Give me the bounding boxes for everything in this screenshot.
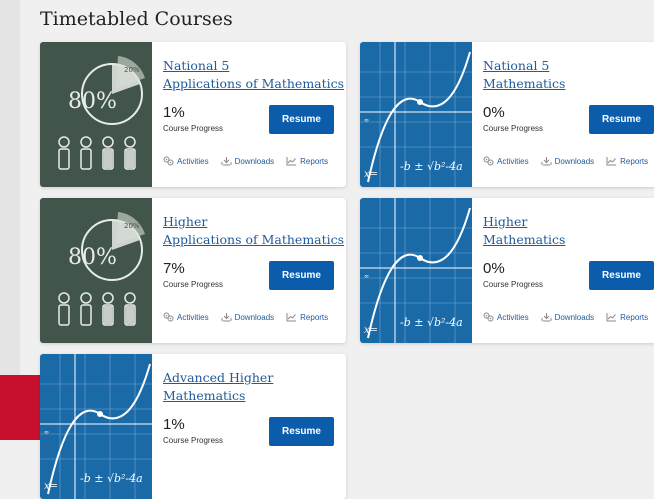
course-progress-value: 0% <box>483 104 505 121</box>
reports-link[interactable]: Reports <box>606 312 648 322</box>
reports-icon <box>606 156 617 166</box>
course-links: Activities Downloads Reports <box>163 312 328 322</box>
course-progress-value: 1% <box>163 104 185 121</box>
course-thumbnail[interactable] <box>360 42 472 187</box>
reports-link[interactable]: Reports <box>286 156 328 166</box>
activities-icon <box>483 312 494 322</box>
course-card: National 5 Applications of Mathematics 1… <box>40 42 346 187</box>
course-title-link[interactable]: Advanced Higher Mathematics <box>163 369 346 405</box>
course-title-link[interactable]: Higher Applications of Mathematics <box>163 213 346 249</box>
course-progress-label: Course Progress <box>163 280 224 289</box>
course-card: Advanced Higher Mathematics 1% Course Pr… <box>40 354 346 499</box>
activities-link[interactable]: Activities <box>163 312 209 322</box>
activities-icon <box>163 156 174 166</box>
course-progress-value: 0% <box>483 260 505 277</box>
course-progress-label: Course Progress <box>483 280 544 289</box>
reports-icon <box>286 156 297 166</box>
reports-icon <box>606 312 617 322</box>
downloads-icon <box>221 312 232 322</box>
course-title-link[interactable]: Higher Mathematics <box>483 213 654 249</box>
section-title: Timetabled Courses <box>40 8 233 30</box>
resume-button[interactable]: Resume <box>269 261 334 290</box>
downloads-link[interactable]: Downloads <box>221 312 274 322</box>
course-progress-label: Course Progress <box>163 124 224 133</box>
sidebar-edge <box>0 0 20 440</box>
course-thumbnail[interactable] <box>40 198 152 343</box>
course-card: Higher Applications of Mathematics 7% Co… <box>40 198 346 343</box>
course-card: Higher Mathematics 0% Course Progress Re… <box>360 198 654 343</box>
course-progress-value: 7% <box>163 260 185 277</box>
course-thumbnail[interactable] <box>40 42 152 187</box>
course-card: National 5 Mathematics 0% Course Progres… <box>360 42 654 187</box>
activities-icon <box>163 312 174 322</box>
activities-icon <box>483 156 494 166</box>
downloads-link[interactable]: Downloads <box>221 156 274 166</box>
downloads-icon <box>221 156 232 166</box>
course-progress-label: Course Progress <box>163 436 224 445</box>
course-progress-value: 1% <box>163 416 185 433</box>
course-thumbnail[interactable] <box>40 354 152 499</box>
activities-link[interactable]: Activities <box>163 156 209 166</box>
resume-button[interactable]: Resume <box>269 417 334 446</box>
downloads-icon <box>541 156 552 166</box>
activities-link[interactable]: Activities <box>483 156 529 166</box>
resume-button[interactable]: Resume <box>589 261 654 290</box>
course-links: Activities Downloads Reports <box>163 156 328 166</box>
course-title-link[interactable]: National 5 Applications of Mathematics <box>163 57 346 93</box>
course-progress-label: Course Progress <box>483 124 544 133</box>
course-title-link[interactable]: National 5 Mathematics <box>483 57 654 93</box>
activities-link[interactable]: Activities <box>483 312 529 322</box>
reports-link[interactable]: Reports <box>286 312 328 322</box>
reports-icon <box>286 312 297 322</box>
course-links: Activities Downloads Reports <box>483 312 648 322</box>
resume-button[interactable]: Resume <box>269 105 334 134</box>
resume-button[interactable]: Resume <box>589 105 654 134</box>
course-thumbnail[interactable] <box>360 198 472 343</box>
course-links: Activities Downloads Reports <box>483 156 648 166</box>
downloads-link[interactable]: Downloads <box>541 312 594 322</box>
downloads-icon <box>541 312 552 322</box>
downloads-link[interactable]: Downloads <box>541 156 594 166</box>
reports-link[interactable]: Reports <box>606 156 648 166</box>
